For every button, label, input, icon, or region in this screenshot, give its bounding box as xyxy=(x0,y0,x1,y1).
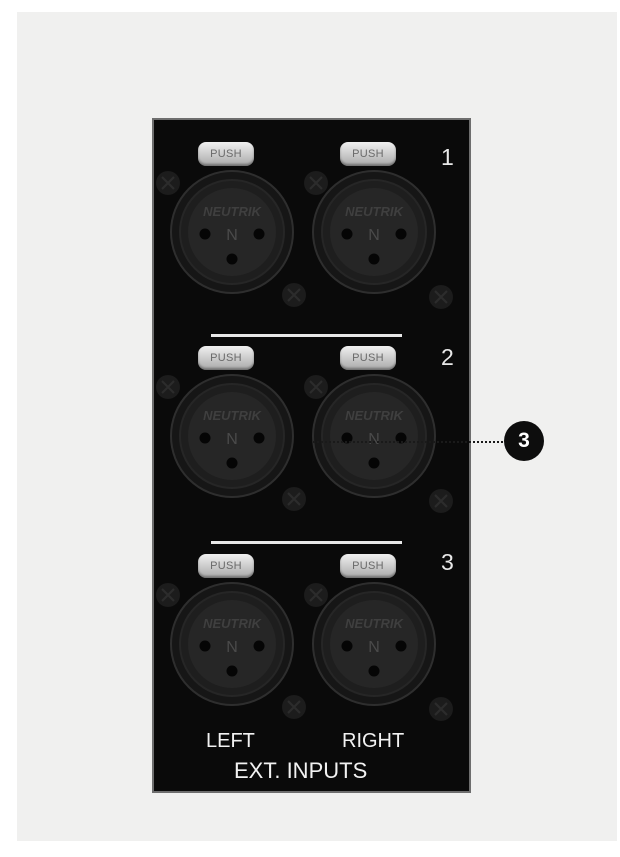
xlr-connector-right-2[interactable]: PUSH NEUTRIK N xyxy=(304,346,444,506)
mounting-screw-icon xyxy=(429,697,453,721)
xlr-connector-left-1[interactable]: PUSH NEUTRIK N xyxy=(162,142,302,302)
right-channel-label: RIGHT xyxy=(342,730,405,752)
xlr-connector-icon: NEUTRIK N xyxy=(312,582,436,706)
xlr-connector-left-3[interactable]: PUSH NEUTRIK N xyxy=(162,554,302,714)
input-row-2: 2 PUSH NEUTRIK N PUSH NEUTRIK N xyxy=(154,344,469,516)
ext-inputs-panel: 1 PUSH NEUTRIK N PUSH NEUTRIK N 2 PUSH N… xyxy=(152,118,471,793)
mounting-screw-icon xyxy=(156,375,180,399)
logo-glyph: N xyxy=(226,227,238,244)
mounting-screw-icon xyxy=(156,583,180,607)
xlr-connector-right-3[interactable]: PUSH NEUTRIK N xyxy=(304,554,444,714)
logo-glyph: N xyxy=(368,227,380,244)
brand-text: NEUTRIK xyxy=(203,408,262,423)
xlr-connector-left-2[interactable]: PUSH NEUTRIK N xyxy=(162,346,302,506)
callout-leader-line xyxy=(313,441,503,443)
brand-text: NEUTRIK xyxy=(345,204,404,219)
left-channel-label: LEFT xyxy=(206,730,255,752)
brand-text: NEUTRIK xyxy=(203,616,262,631)
xlr-connector-icon: NEUTRIK N xyxy=(170,170,294,294)
callout-number-badge: 3 xyxy=(504,421,544,461)
mounting-screw-icon xyxy=(304,171,328,195)
push-latch-button[interactable]: PUSH xyxy=(340,142,396,166)
mounting-screw-icon xyxy=(282,283,306,307)
brand-text: NEUTRIK xyxy=(345,616,404,631)
xlr-connector-icon: NEUTRIK N xyxy=(312,170,436,294)
push-latch-button[interactable]: PUSH xyxy=(198,142,254,166)
mounting-screw-icon xyxy=(282,695,306,719)
logo-glyph: N xyxy=(226,431,238,448)
row-divider xyxy=(211,541,402,544)
mounting-screw-icon xyxy=(429,489,453,513)
ext-inputs-label: EXT. INPUTS xyxy=(234,758,368,783)
xlr-connector-icon: NEUTRIK N xyxy=(312,374,436,498)
logo-glyph: N xyxy=(368,431,380,448)
brand-text: NEUTRIK xyxy=(345,408,404,423)
push-latch-button[interactable]: PUSH xyxy=(340,346,396,370)
logo-glyph: N xyxy=(368,639,380,656)
row-divider xyxy=(211,334,402,337)
input-row-1: 1 PUSH NEUTRIK N PUSH NEUTRIK N xyxy=(154,142,469,312)
mounting-screw-icon xyxy=(156,171,180,195)
xlr-connector-icon: NEUTRIK N xyxy=(170,374,294,498)
push-latch-button[interactable]: PUSH xyxy=(340,554,396,578)
xlr-connector-icon: NEUTRIK N xyxy=(170,582,294,706)
mounting-screw-icon xyxy=(429,285,453,309)
xlr-connector-right-1[interactable]: PUSH NEUTRIK N xyxy=(304,142,444,302)
mounting-screw-icon xyxy=(282,487,306,511)
push-latch-button[interactable]: PUSH xyxy=(198,346,254,370)
brand-text: NEUTRIK xyxy=(203,204,262,219)
push-latch-button[interactable]: PUSH xyxy=(198,554,254,578)
mounting-screw-icon xyxy=(304,375,328,399)
logo-glyph: N xyxy=(226,639,238,656)
mounting-screw-icon xyxy=(304,583,328,607)
input-row-3: 3 PUSH NEUTRIK N PUSH NEUTRIK N xyxy=(154,549,469,724)
